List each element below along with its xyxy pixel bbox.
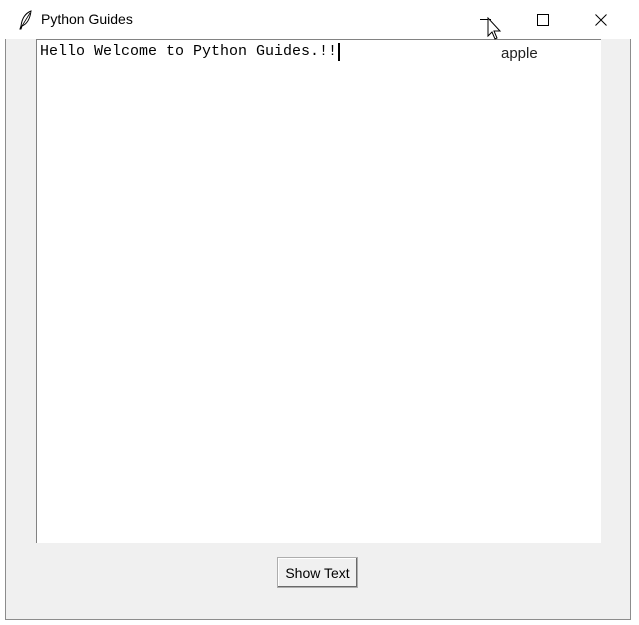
minimize-button[interactable] bbox=[456, 0, 514, 39]
feather-icon bbox=[19, 10, 32, 30]
close-icon bbox=[595, 13, 607, 26]
show-text-button[interactable]: Show Text bbox=[277, 557, 358, 588]
title-bar[interactable]: Python Guides bbox=[0, 0, 639, 39]
text-widget[interactable]: Hello Welcome to Python Guides.!! bbox=[36, 39, 601, 543]
maximize-button[interactable] bbox=[514, 0, 572, 39]
window-title: Python Guides bbox=[41, 11, 133, 27]
close-button[interactable] bbox=[572, 0, 630, 39]
mouse-pointer-icon bbox=[487, 17, 502, 40]
text-caret bbox=[338, 43, 341, 61]
maximize-icon bbox=[537, 13, 549, 26]
text-widget-content: Hello Welcome to Python Guides.!! bbox=[40, 43, 341, 61]
tooltip-label: apple bbox=[501, 45, 538, 62]
